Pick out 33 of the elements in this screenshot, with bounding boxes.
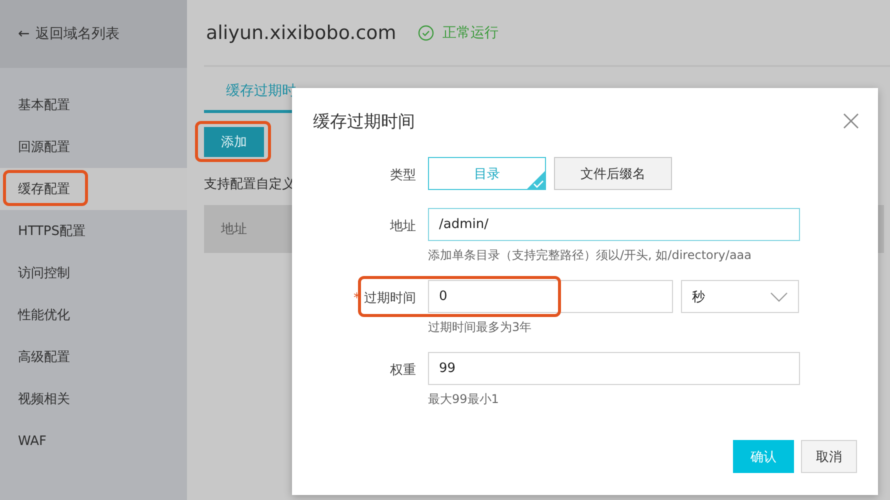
check-corner-icon <box>527 171 545 189</box>
type-option[interactable]: 文件后缀名 <box>554 157 672 190</box>
add-button[interactable]: 添加 <box>204 127 264 157</box>
status-label: 正常运行 <box>442 24 498 42</box>
field-label: 类型 <box>389 167 417 185</box>
field-hint: 添加单条目录（支持完整路径）须以/开头, 如/directory/aaa <box>428 247 753 264</box>
domain-title: aliyun.xixibobo.com <box>206 22 396 44</box>
unit-select[interactable]: 秒 <box>681 280 799 313</box>
expiry-input[interactable]: 0 <box>428 280 673 313</box>
sidebar-item[interactable]: 缓存配置 <box>0 168 187 210</box>
dialog-title: 缓存过期时间 <box>313 111 415 133</box>
chevron-down-icon <box>770 292 788 302</box>
field-hint: 最大99最小1 <box>428 391 500 408</box>
back-arrow-icon: ← <box>18 26 30 42</box>
field-label: 地址 <box>389 218 417 236</box>
weight-input[interactable]: 99 <box>428 352 800 385</box>
sidebar-item[interactable]: 高级配置 <box>0 336 187 378</box>
cancel-button[interactable]: 取消 <box>801 440 857 473</box>
sidebar-item[interactable]: 性能优化 <box>0 294 187 336</box>
sidebar-item[interactable]: 基本配置 <box>0 84 187 126</box>
sidebar-item[interactable]: WAF <box>0 420 187 462</box>
close-icon[interactable] <box>842 112 860 130</box>
back-link-label: 返回域名列表 <box>36 25 120 43</box>
sidebar-item[interactable]: 视频相关 <box>0 378 187 420</box>
column-header: 地址 <box>221 221 247 238</box>
sidebar-item[interactable]: 访问控制 <box>0 252 187 294</box>
check-circle-icon <box>418 24 434 40</box>
sidebar-item[interactable]: HTTPS配置 <box>0 210 187 252</box>
sidebar-item[interactable]: 回源配置 <box>0 126 187 168</box>
field-hint: 过期时间最多为3年 <box>428 319 533 336</box>
address-input[interactable]: /admin/ <box>428 208 800 241</box>
back-link[interactable]: ← 返回域名列表 <box>0 0 187 68</box>
field-label: 权重 <box>389 362 417 380</box>
